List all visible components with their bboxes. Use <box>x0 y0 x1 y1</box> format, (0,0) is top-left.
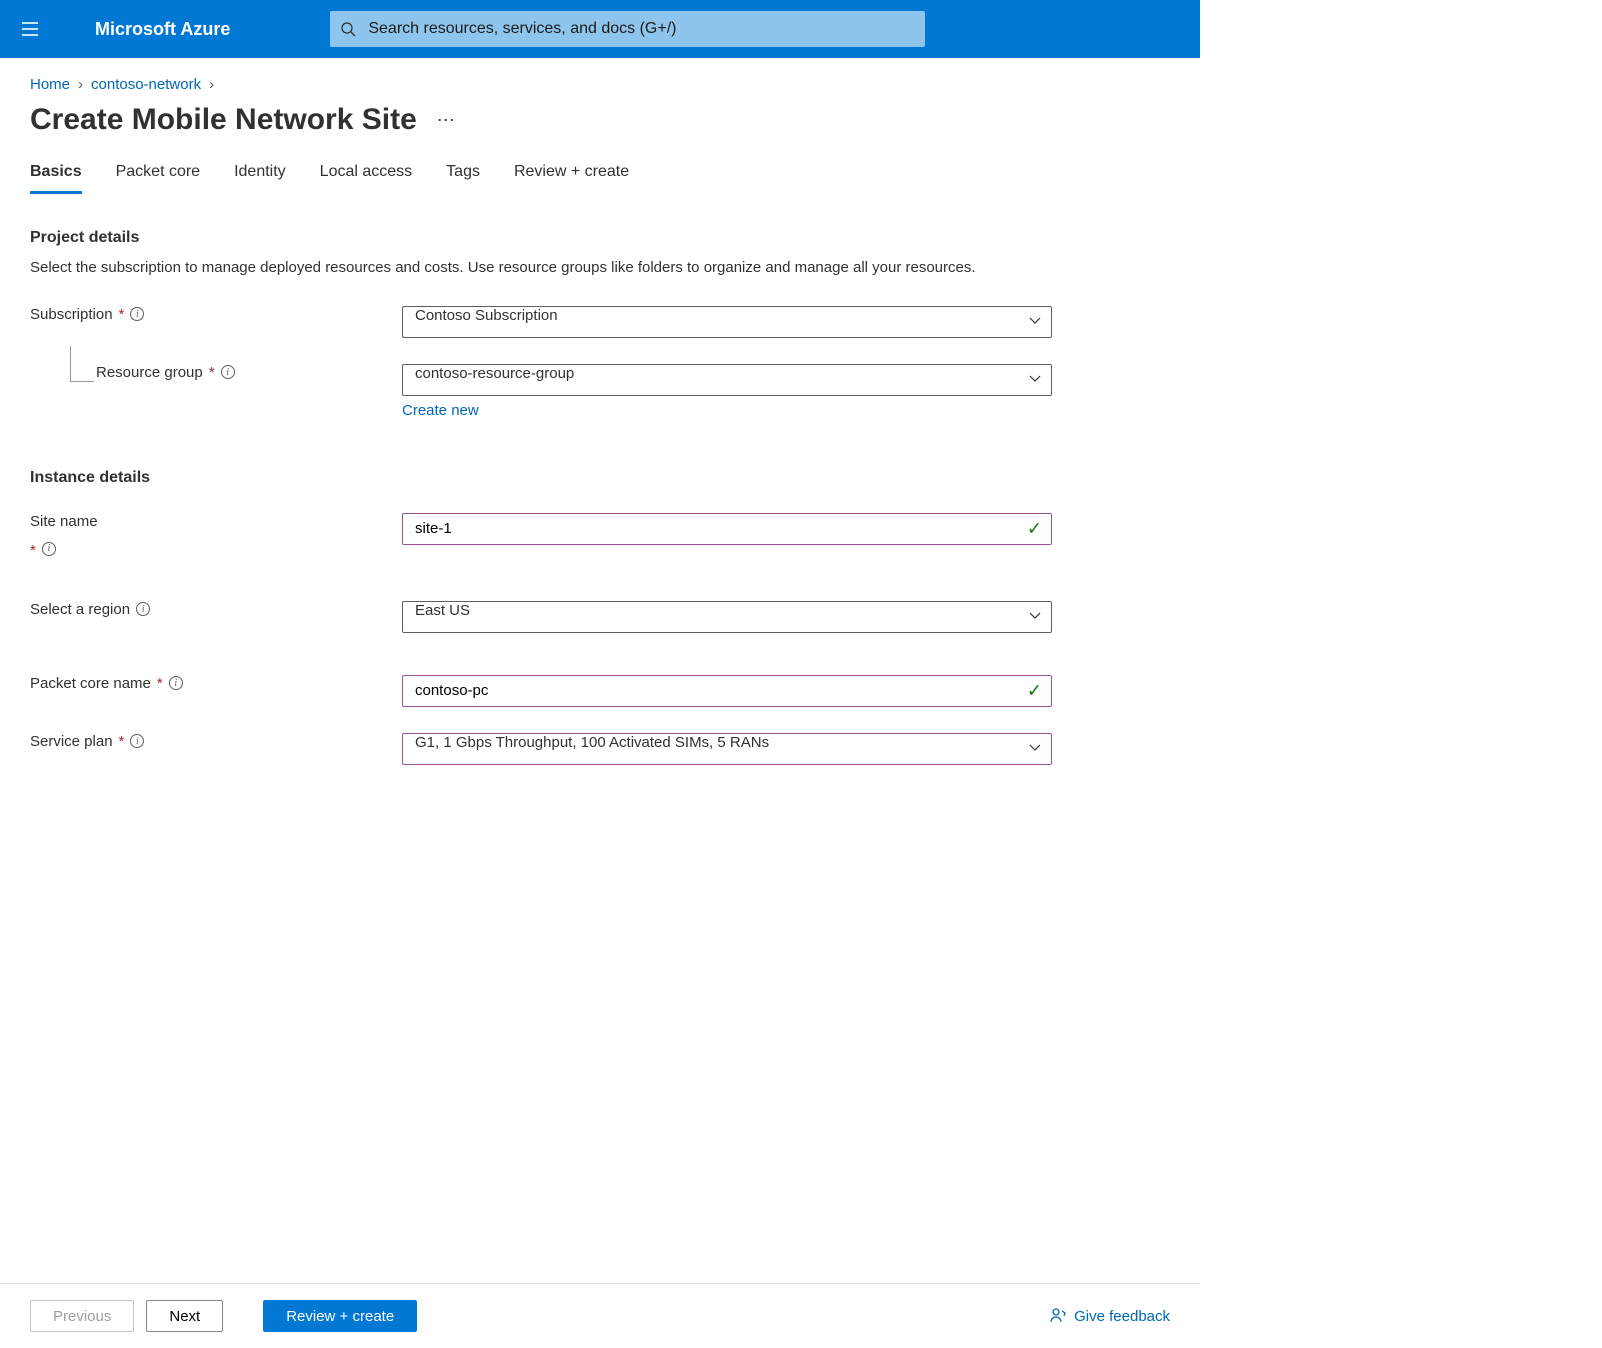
search-icon <box>340 21 356 37</box>
global-search[interactable] <box>330 11 925 47</box>
required-asterisk: * <box>30 542 36 559</box>
info-icon[interactable]: i <box>169 676 183 690</box>
instance-details-title: Instance details <box>30 469 1170 487</box>
top-bar: Microsoft Azure <box>0 0 1200 58</box>
subscription-label: Subscription <box>30 306 113 323</box>
project-details-title: Project details <box>30 229 1170 247</box>
tab-review-create[interactable]: Review + create <box>514 157 629 194</box>
breadcrumb-network[interactable]: contoso-network <box>91 76 201 93</box>
indent-connector <box>70 346 94 382</box>
resource-group-select[interactable]: contoso-resource-group <box>402 364 1052 396</box>
site-name-input[interactable] <box>402 513 1052 545</box>
chevron-right-icon: › <box>78 76 83 93</box>
tab-basics[interactable]: Basics <box>30 157 82 194</box>
give-feedback-label: Give feedback <box>1074 1308 1170 1325</box>
subscription-select[interactable]: Contoso Subscription <box>402 306 1052 338</box>
create-new-link[interactable]: Create new <box>402 402 479 419</box>
tab-tags[interactable]: Tags <box>446 157 480 194</box>
service-plan-select[interactable]: G1, 1 Gbps Throughput, 100 Activated SIM… <box>402 733 1052 765</box>
page-title: Create Mobile Network Site <box>30 103 417 137</box>
breadcrumb-home[interactable]: Home <box>30 76 70 93</box>
tab-packet-core[interactable]: Packet core <box>116 157 200 194</box>
required-asterisk: * <box>119 306 125 323</box>
tab-local-access[interactable]: Local access <box>320 157 413 194</box>
breadcrumb: Home › contoso-network › <box>30 76 1170 93</box>
info-icon[interactable]: i <box>221 365 235 379</box>
brand-label: Microsoft Azure <box>95 19 230 40</box>
region-select[interactable]: East US <box>402 601 1052 633</box>
info-icon[interactable]: i <box>136 602 150 616</box>
site-name-label: Site name <box>30 513 98 530</box>
hamburger-menu-icon[interactable] <box>10 9 50 49</box>
packet-core-name-input[interactable] <box>402 675 1052 707</box>
region-label: Select a region <box>30 601 130 618</box>
chevron-right-icon: › <box>209 76 214 93</box>
info-icon[interactable]: i <box>130 734 144 748</box>
tab-identity[interactable]: Identity <box>234 157 286 194</box>
packet-core-name-label: Packet core name <box>30 675 151 692</box>
more-icon[interactable]: ⋯ <box>437 110 457 131</box>
search-input[interactable] <box>368 20 915 38</box>
resource-group-label: Resource group <box>96 364 203 381</box>
tabs: Basics Packet core Identity Local access… <box>30 157 1170 195</box>
info-icon[interactable]: i <box>42 542 56 556</box>
required-asterisk: * <box>119 733 125 750</box>
previous-button: Previous <box>30 1300 134 1332</box>
info-icon[interactable]: i <box>130 307 144 321</box>
review-create-button[interactable]: Review + create <box>263 1300 417 1332</box>
required-asterisk: * <box>209 364 215 381</box>
next-button[interactable]: Next <box>146 1300 223 1332</box>
service-plan-label: Service plan <box>30 733 113 750</box>
main-content: Home › contoso-network › Create Mobile N… <box>0 58 1200 885</box>
give-feedback-link[interactable]: Give feedback <box>1050 1307 1170 1325</box>
feedback-icon <box>1050 1307 1068 1325</box>
footer-bar: Previous Next Review + create Give feedb… <box>0 1283 1200 1348</box>
required-asterisk: * <box>157 675 163 692</box>
project-details-desc: Select the subscription to manage deploy… <box>30 257 990 280</box>
